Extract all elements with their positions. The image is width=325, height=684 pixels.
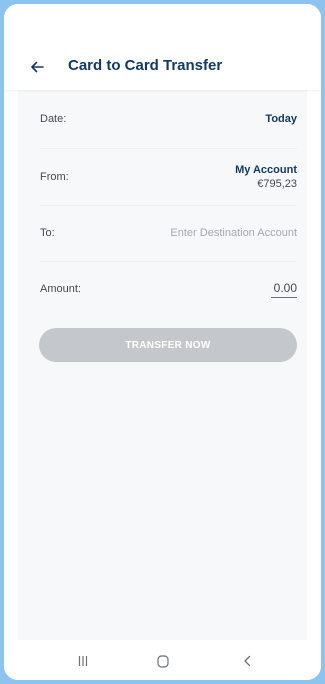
recents-icon [78, 656, 88, 666]
date-row: Date: Today [40, 90, 297, 149]
from-account-balance: €795,23 [257, 177, 297, 190]
system-back-button[interactable] [232, 648, 262, 674]
date-value[interactable]: Today [265, 113, 297, 125]
home-button[interactable] [148, 648, 178, 674]
page-title: Card to Card Transfer [68, 57, 223, 74]
destination-account-input[interactable] [147, 227, 297, 239]
app-bar: Card to Card Transfer [4, 4, 321, 90]
home-icon [157, 654, 169, 668]
from-account-selector[interactable]: My Account €795,23 [235, 163, 297, 191]
date-label: Date: [40, 113, 67, 125]
phone-screen: Card to Card Transfer Date: Today From: … [4, 4, 321, 680]
system-nav-bar [4, 640, 321, 680]
back-icon [244, 655, 251, 667]
to-label: To: [40, 227, 55, 239]
amount-label: Amount: [40, 283, 81, 295]
amount-input[interactable] [271, 280, 297, 298]
transfer-now-button[interactable]: TRANSFER NOW [39, 328, 297, 362]
transfer-form: Date: Today From: My Account €795,23 To:… [18, 90, 307, 640]
arrow-left-icon [31, 61, 44, 73]
from-label: From: [40, 170, 69, 183]
back-button[interactable] [24, 54, 50, 80]
to-row: To: [40, 205, 297, 262]
from-row[interactable]: From: My Account €795,23 [40, 148, 297, 206]
recents-button[interactable] [68, 648, 98, 674]
amount-row: Amount: [40, 261, 297, 317]
from-account-name: My Account [235, 163, 297, 176]
